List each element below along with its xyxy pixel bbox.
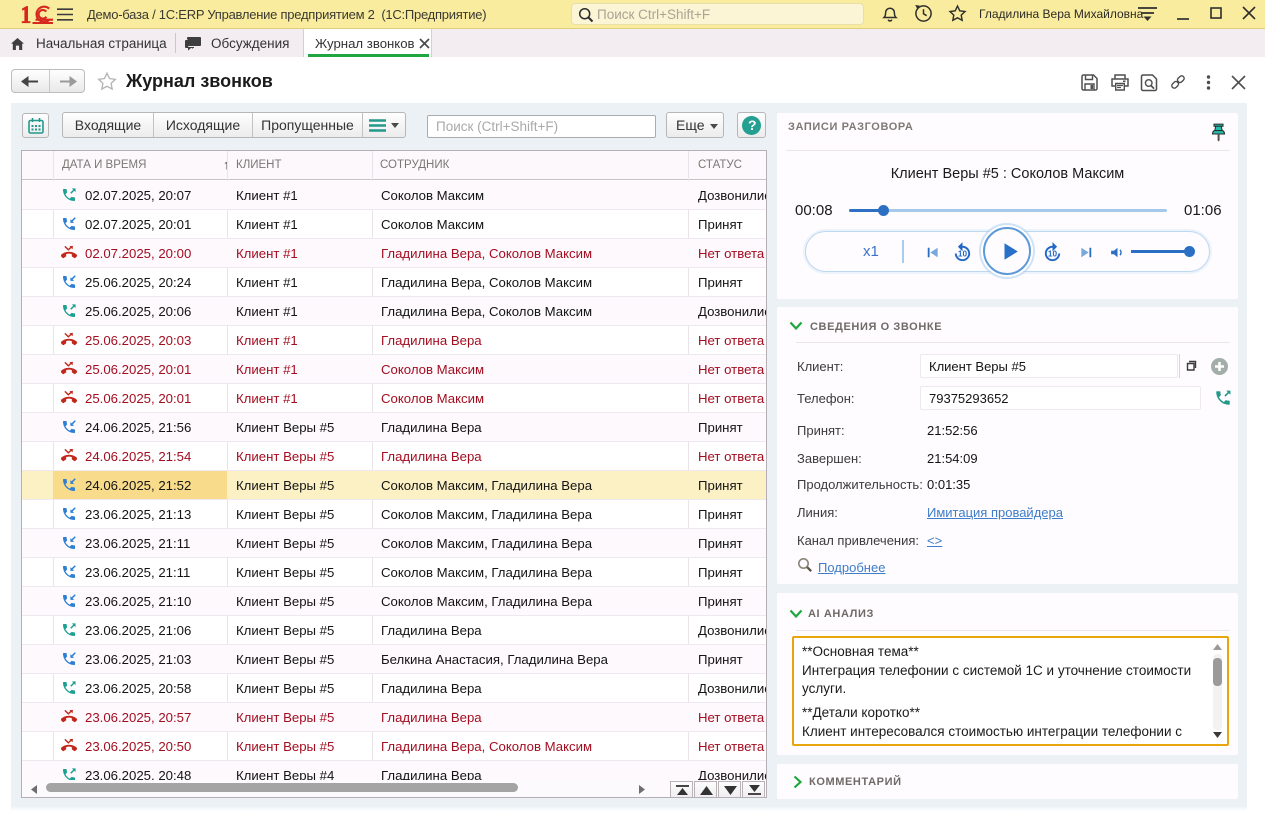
- svg-text:10: 10: [958, 250, 968, 259]
- svg-text:10: 10: [1048, 250, 1058, 259]
